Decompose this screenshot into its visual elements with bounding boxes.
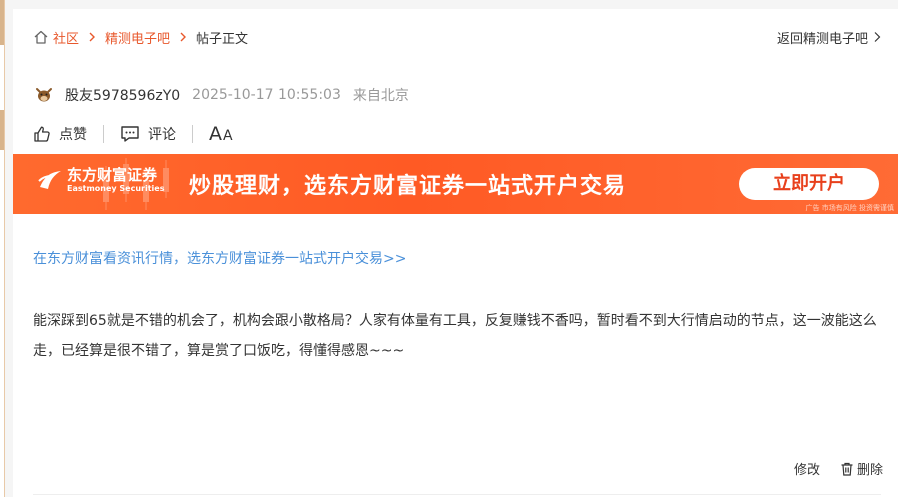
- left-edge-strip: [0, 0, 5, 497]
- action-bar: 点赞 评论 A A: [33, 123, 233, 145]
- font-size-button[interactable]: A A: [209, 123, 233, 145]
- post-footer-actions: 修改 删除: [794, 459, 883, 478]
- brand-name-en: Eastmoney Securities: [67, 184, 165, 193]
- post-card: 社区 精测电子吧 帖子正文 返回精测电子吧 股友5978596zY0 2025-…: [13, 9, 898, 497]
- eastmoney-logo: 东方财富证券 Eastmoney Securities: [37, 166, 164, 194]
- post-location: 来自北京: [352, 88, 409, 104]
- promo-link[interactable]: 在东方财富看资讯行情，选东方财富证券一站式开户交易>>: [33, 248, 406, 268]
- like-label: 点赞: [59, 127, 87, 143]
- comment-icon: [121, 126, 139, 142]
- comment-label: 评论: [148, 127, 176, 143]
- delete-label: 删除: [856, 463, 883, 478]
- comment-button[interactable]: 评论: [120, 124, 176, 144]
- breadcrumb: 社区 精测电子吧 帖子正文: [33, 27, 248, 47]
- thumbs-up-icon: [34, 126, 50, 142]
- avatar[interactable]: [33, 84, 55, 106]
- breadcrumb-current: 帖子正文: [196, 31, 249, 47]
- back-link-label: 返回精测电子吧: [776, 31, 868, 47]
- divider: [192, 125, 193, 143]
- font-size-small-glyph: A: [223, 128, 233, 144]
- brand-name-cn: 东方财富证券: [67, 166, 158, 184]
- delete-button[interactable]: 删除: [840, 459, 883, 478]
- divider: [103, 125, 104, 143]
- chevron-right-icon: [89, 32, 96, 42]
- author-row: 股友5978596zY0 2025-10-17 10:55:03 来自北京: [33, 84, 409, 106]
- ad-banner[interactable]: 东方财富证券 Eastmoney Securities 炒股理财，选东方财富证券…: [13, 154, 898, 214]
- ad-disclaimer: 广告 市场有风险 投资需谨慎: [805, 204, 894, 212]
- home-icon[interactable]: [33, 29, 49, 45]
- banner-slogan: 炒股理财，选东方财富证券一站式开户交易: [189, 174, 627, 199]
- breadcrumb-community-link[interactable]: 社区: [53, 28, 79, 47]
- left-edge-segment: [0, 0, 4, 45]
- left-edge-segment: [0, 110, 4, 150]
- trash-icon: [841, 462, 853, 476]
- back-to-bar-link[interactable]: 返回精测电子吧: [777, 27, 882, 47]
- post-timestamp: 2025-10-17 10:55:03: [192, 87, 341, 103]
- eastmoney-logo-icon: [38, 171, 61, 189]
- open-account-button[interactable]: 立即开户: [739, 168, 879, 200]
- post-content: 能深踩到65就是不错的机会了，机构会跟小散格局？人家有体量有工具，反复赚钱不香吗…: [33, 313, 877, 359]
- font-size-large-glyph: A: [209, 123, 222, 145]
- chevron-right-icon: [874, 32, 881, 42]
- breadcrumb-bar-link[interactable]: 精测电子吧: [105, 28, 170, 47]
- divider: [33, 494, 881, 495]
- like-button[interactable]: 点赞: [33, 124, 87, 144]
- chevron-right-icon: [180, 32, 187, 42]
- edit-button[interactable]: 修改: [794, 459, 820, 478]
- author-name[interactable]: 股友5978596zY0: [65, 85, 180, 105]
